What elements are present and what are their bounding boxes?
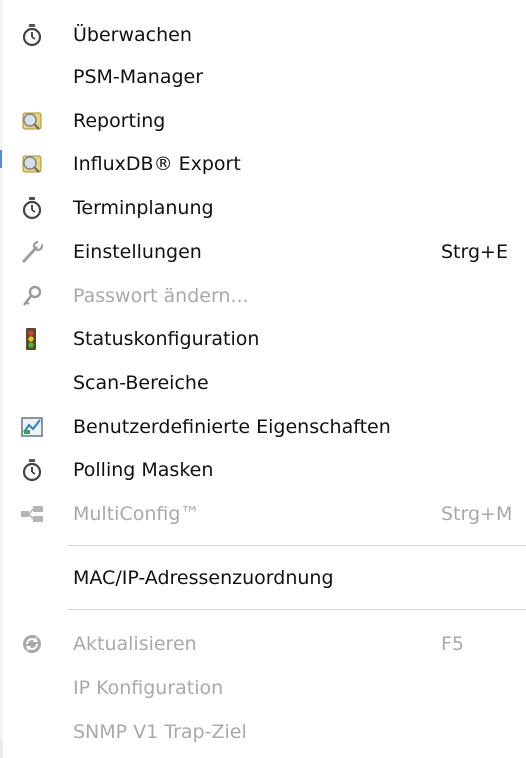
window-edge-marker (0, 150, 2, 168)
menu-item-polling-masken[interactable]: Polling Masken (3, 449, 523, 491)
stopwatch-icon (20, 196, 44, 220)
menu-item-aktualisieren[interactable]: Aktualisieren F5 (3, 623, 523, 665)
menu-item-ip-konfiguration[interactable]: IP Konfiguration (3, 667, 523, 709)
menu-item-label: MAC/IP-Adressenzuordnung (73, 567, 334, 589)
menu-separator (67, 609, 526, 610)
stopwatch-icon (20, 23, 44, 47)
menu-item-label: Einstellungen (73, 241, 202, 263)
menu-item-einstellungen[interactable]: Einstellungen Strg+E (3, 231, 523, 273)
menu-item-shortcut: Strg+M (441, 503, 513, 525)
menu-item-label: Aktualisieren (73, 633, 197, 655)
menu-item-label: MultiConfig™ (73, 503, 200, 525)
menu-item-label: IP Konfiguration (73, 677, 224, 699)
menu-item-multiconfig[interactable]: MultiConfig™ Strg+M (3, 493, 523, 535)
traffic-light-icon (20, 327, 44, 351)
menu-item-label: Passwort ändern... (73, 285, 249, 307)
refresh-icon (20, 632, 44, 656)
menu-item-label: SNMP V1 Trap-Ziel (73, 721, 247, 743)
menu-item-shortcut: Strg+E (441, 241, 508, 263)
menu-item-label: Polling Masken (73, 459, 214, 481)
menu-item-statuskonfiguration[interactable]: Statuskonfiguration (3, 318, 523, 360)
menu-item-label: Benutzerdefinierte Eigenschaften (73, 416, 391, 438)
menu-item-mac-ip-adressenzuordnung[interactable]: MAC/IP-Adressenzuordnung (3, 557, 523, 599)
menu-item-label: InfluxDB® Export (73, 153, 241, 175)
menu-item-passwort-aendern[interactable]: Passwort ändern... (3, 275, 523, 317)
menu-item-influxdb-export[interactable]: InfluxDB® Export (3, 143, 523, 185)
report-icon (20, 152, 44, 176)
menu-item-label: Reporting (73, 110, 166, 132)
key-icon (20, 284, 44, 308)
menu-item-shortcut: F5 (441, 633, 465, 655)
custom-properties-icon (20, 415, 44, 439)
wrench-icon (20, 240, 44, 264)
menu-item-ueberwachen[interactable]: Überwachen (3, 14, 523, 56)
menu-item-label: Terminplanung (73, 197, 214, 219)
stopwatch-icon (20, 458, 44, 482)
menu-item-label: Überwachen (73, 24, 192, 46)
menu-item-terminplanung[interactable]: Terminplanung (3, 187, 523, 229)
menu-item-benutzerdefinierte-eigenschaften[interactable]: Benutzerdefinierte Eigenschaften (3, 406, 523, 448)
menu-item-label: Statuskonfiguration (73, 328, 260, 350)
menu-item-reporting[interactable]: Reporting (3, 100, 523, 142)
menu-separator (67, 545, 526, 546)
menu-item-psm-manager[interactable]: PSM-Manager (3, 56, 523, 98)
context-menu: Überwachen PSM-Manager Reporting InfluxD… (0, 0, 526, 758)
multiconfig-icon (20, 502, 44, 526)
menu-item-snmp-v1-trap-ziel[interactable]: SNMP V1 Trap-Ziel (3, 711, 523, 753)
menu-item-label: Scan-Bereiche (73, 372, 209, 394)
report-icon (20, 109, 44, 133)
menu-item-scan-bereiche[interactable]: Scan-Bereiche (3, 362, 523, 404)
menu-item-label: PSM-Manager (73, 66, 204, 88)
